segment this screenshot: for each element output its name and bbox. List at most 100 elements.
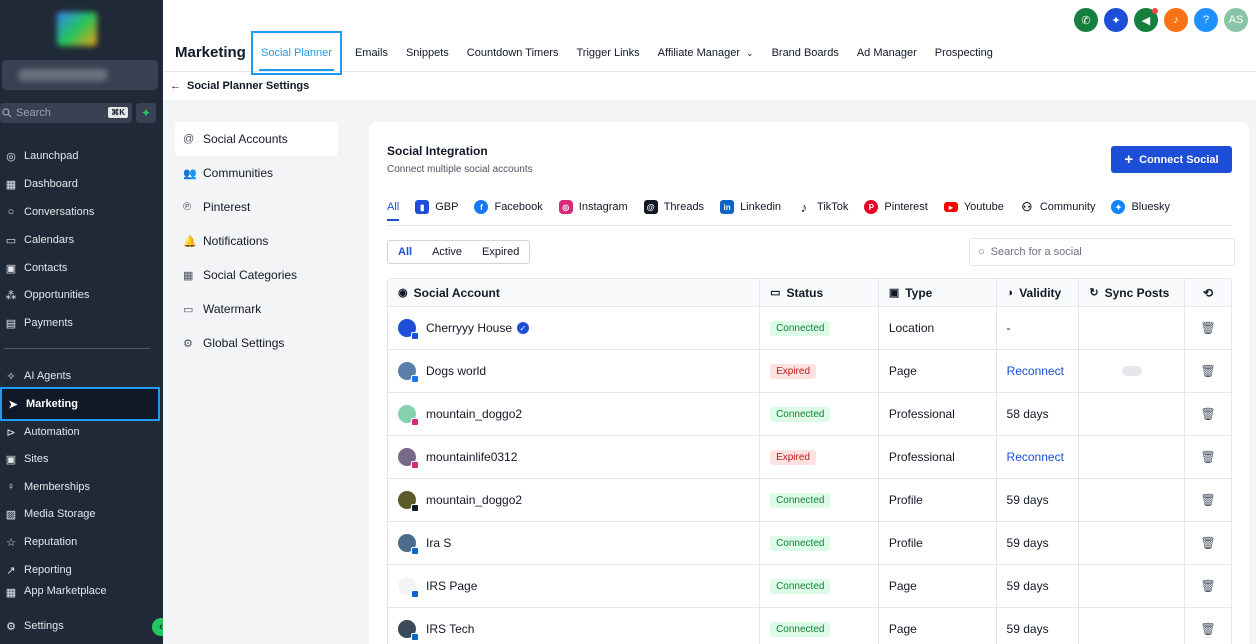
account-name: mountain_doggo2 bbox=[426, 493, 523, 507]
sidebar-item-app-marketplace[interactable]: ▦ App Marketplace bbox=[0, 585, 160, 599]
table-row: mountainlife0312 Expired Professional Re… bbox=[388, 436, 1231, 479]
menu-social-categories[interactable]: ▦ Social Categories bbox=[175, 258, 338, 292]
sidebar-item-conversations[interactable]: ○ Conversations bbox=[0, 201, 160, 223]
sidebar-item-reputation[interactable]: ☆ Reputation bbox=[0, 531, 160, 553]
connect-social-button[interactable]: + Connect Social bbox=[1111, 146, 1232, 173]
platform-tab-all[interactable]: All bbox=[387, 201, 400, 221]
sync-toggle[interactable] bbox=[1121, 366, 1142, 376]
platform-tab-gbp[interactable]: ▮ GBP bbox=[415, 200, 458, 214]
tab-social-planner[interactable]: Social Planner bbox=[251, 31, 342, 75]
account-switcher[interactable] bbox=[2, 60, 158, 90]
refresh-table-button[interactable]: ⟲ bbox=[1185, 279, 1231, 306]
sidebar-item-payments[interactable]: ▤ Payments bbox=[0, 312, 160, 334]
header-validity[interactable]: ◑ Validity bbox=[997, 279, 1080, 306]
delete-button[interactable]: 🗑 bbox=[1185, 522, 1231, 564]
header-type[interactable]: ▣ Type bbox=[879, 279, 997, 306]
menu-notifications[interactable]: 🔔 Notifications bbox=[175, 224, 338, 258]
notifications-button[interactable]: ♪ bbox=[1164, 8, 1188, 32]
tab-affiliate-manager[interactable]: Affiliate Manager ⌄ bbox=[649, 32, 763, 74]
user-avatar[interactable]: AS bbox=[1224, 8, 1248, 32]
tab-snippets[interactable]: Snippets bbox=[397, 32, 458, 74]
sidebar-item-automation[interactable]: ⊳ Automation bbox=[0, 421, 160, 443]
platform-label: Linkedin bbox=[740, 201, 782, 213]
delete-button[interactable]: 🗑 bbox=[1185, 393, 1231, 435]
help-button[interactable]: ? bbox=[1194, 8, 1218, 32]
platform-label: Youtube bbox=[963, 201, 1004, 213]
delete-button[interactable]: 🗑 bbox=[1185, 307, 1231, 349]
tab-prospecting[interactable]: Prospecting bbox=[926, 32, 1002, 74]
sidebar-item-opportunities[interactable]: ⁂ Opportunities bbox=[0, 284, 160, 306]
platform-label: All bbox=[387, 201, 400, 213]
sidebar-item-calendars[interactable]: ▭ Calendars bbox=[0, 229, 160, 251]
menu-label: Global Settings bbox=[203, 336, 285, 350]
menu-communities[interactable]: 👥 Communities bbox=[175, 156, 338, 190]
menu-pinterest[interactable]: ℗ Pinterest bbox=[175, 190, 338, 224]
platform-tab-linkedin[interactable]: in Linkedin bbox=[720, 200, 781, 214]
reconnect-link[interactable]: Reconnect bbox=[997, 350, 1080, 392]
sidebar-item-memberships[interactable]: ♀ Memberships bbox=[0, 476, 160, 498]
tiktok-icon: ♪ bbox=[797, 200, 812, 215]
tab-ad-manager[interactable]: Ad Manager bbox=[848, 32, 926, 74]
bell-icon: ♪ bbox=[1173, 14, 1179, 26]
sidebar-item-ai-agents[interactable]: ✧ AI Agents bbox=[0, 365, 160, 387]
sidebar-item-sites[interactable]: ▣ Sites bbox=[0, 448, 160, 470]
sidebar-item-reporting[interactable]: ↗ Reporting bbox=[0, 559, 160, 581]
linkedin-icon bbox=[411, 590, 419, 598]
sidebar-search[interactable]: Search ⌘K bbox=[0, 103, 132, 123]
pinterest-icon: ℗ bbox=[183, 201, 192, 213]
header-label: Social Account bbox=[413, 285, 500, 300]
platform-tab-threads[interactable]: @ Threads bbox=[643, 200, 704, 214]
sidebar-item-dashboard[interactable]: ▦ Dashboard bbox=[0, 173, 160, 195]
platform-tab-bluesky[interactable]: ✦ Bluesky bbox=[1111, 200, 1170, 214]
validity-cell: 59 days bbox=[997, 522, 1080, 564]
header-social-account[interactable]: ◉ Social Account bbox=[388, 279, 761, 306]
menu-social-accounts[interactable]: @ Social Accounts bbox=[175, 122, 338, 156]
tab-label: Affiliate Manager bbox=[657, 47, 741, 59]
delete-button[interactable]: 🗑 bbox=[1185, 350, 1231, 392]
platform-tab-facebook[interactable]: f Facebook bbox=[474, 200, 543, 214]
quick-action-button[interactable]: ✦ bbox=[136, 103, 156, 123]
platform-label: TikTok bbox=[817, 201, 849, 213]
sidebar-item-launchpad[interactable]: ◎ Launchpad bbox=[0, 145, 160, 167]
tab-trigger-links[interactable]: Trigger Links bbox=[567, 32, 648, 74]
delete-button[interactable]: 🗑 bbox=[1185, 608, 1231, 644]
social-search-input[interactable]: ○ Search for a social bbox=[969, 238, 1235, 266]
breadcrumb[interactable]: ← Social Planner Settings bbox=[170, 80, 309, 92]
tab-emails[interactable]: Emails bbox=[346, 32, 397, 74]
sidebar-item-settings[interactable]: ⚙ Settings bbox=[0, 615, 160, 637]
filter-expired[interactable]: Expired bbox=[472, 241, 529, 263]
magic-button[interactable]: ✦ bbox=[1104, 8, 1128, 32]
notification-dot bbox=[1152, 8, 1158, 14]
filter-active[interactable]: Active bbox=[422, 241, 472, 263]
sidebar-item-label: Dashboard bbox=[24, 178, 78, 190]
platform-tab-community[interactable]: ⚇ Community bbox=[1019, 200, 1095, 214]
delete-button[interactable]: 🗑 bbox=[1185, 436, 1231, 478]
header-label: Validity bbox=[1019, 285, 1062, 300]
tab-countdown-timers[interactable]: Countdown Timers bbox=[458, 32, 568, 74]
announcements-button[interactable]: ◀ bbox=[1134, 8, 1158, 32]
reconnect-link[interactable]: Reconnect bbox=[997, 436, 1080, 478]
phone-button[interactable]: ✆ bbox=[1074, 8, 1098, 32]
youtube-icon: ▸ bbox=[943, 202, 958, 212]
sidebar-divider bbox=[4, 348, 150, 349]
sidebar-item-media-storage[interactable]: ▨ Media Storage bbox=[0, 503, 160, 525]
bolt-icon: ✦ bbox=[140, 106, 152, 120]
header-label: Status bbox=[786, 285, 824, 300]
platform-tab-youtube[interactable]: ▸ Youtube bbox=[943, 201, 1004, 213]
sidebar-item-contacts[interactable]: ▣ Contacts bbox=[0, 257, 160, 279]
tab-brand-boards[interactable]: Brand Boards bbox=[763, 32, 848, 74]
chevron-down-icon: ⌄ bbox=[746, 47, 754, 58]
platform-tab-pinterest[interactable]: P Pinterest bbox=[864, 200, 928, 214]
delete-button[interactable]: 🗑 bbox=[1185, 565, 1231, 607]
platform-tab-tiktok[interactable]: ♪ TikTok bbox=[797, 200, 849, 215]
type-cell: Profile bbox=[879, 479, 997, 521]
delete-button[interactable]: 🗑 bbox=[1185, 479, 1231, 521]
sidebar-item-marketing[interactable]: ➤ Marketing bbox=[0, 387, 160, 421]
header-sync-posts[interactable]: ↻ Sync Posts bbox=[1079, 279, 1186, 306]
menu-global-settings[interactable]: ⚙ Global Settings bbox=[175, 326, 338, 360]
header-status[interactable]: ▭ Status bbox=[760, 279, 879, 306]
platform-tab-instagram[interactable]: ◎ Instagram bbox=[558, 200, 628, 214]
filter-all[interactable]: All bbox=[388, 241, 422, 263]
at-icon: @ bbox=[183, 133, 195, 145]
menu-watermark[interactable]: ▭ Watermark bbox=[175, 292, 338, 326]
